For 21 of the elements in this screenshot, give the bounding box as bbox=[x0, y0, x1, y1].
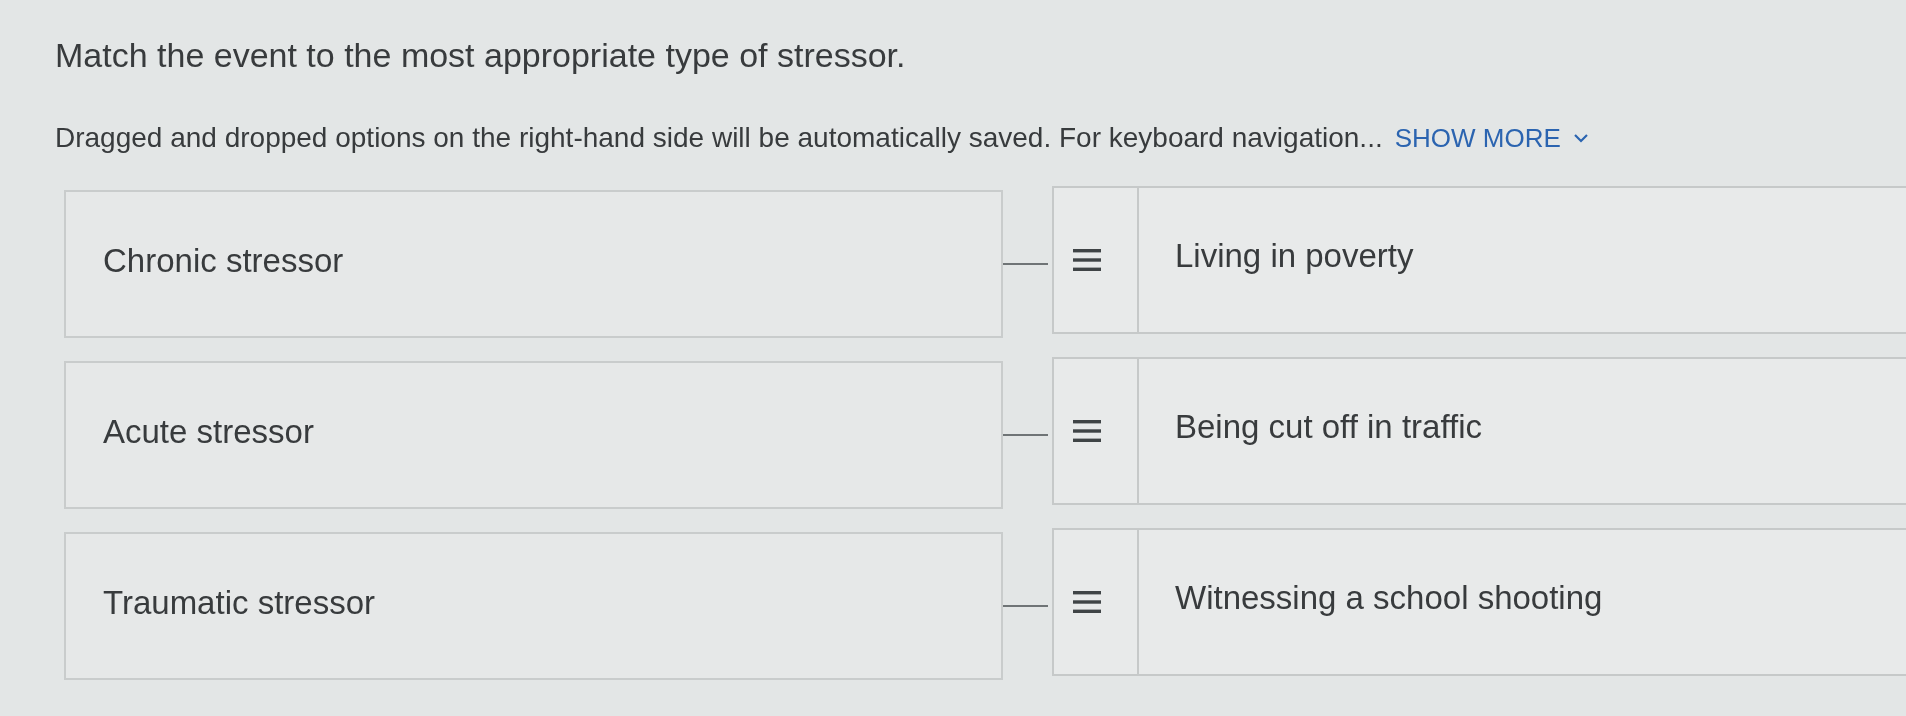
connector-line bbox=[1003, 434, 1048, 436]
question-prompt: Match the event to the most appropriate type of stressor. bbox=[55, 35, 906, 76]
grip-lines-icon bbox=[1072, 591, 1101, 613]
option-text: Witnessing a school shooting bbox=[1175, 578, 1603, 618]
target-label: Chronic stressor bbox=[103, 241, 344, 281]
draggable-option[interactable]: Being cut off in traffic bbox=[1052, 357, 1906, 505]
grip-lines-icon bbox=[1072, 420, 1101, 442]
option-text: Being cut off in traffic bbox=[1175, 407, 1482, 447]
drop-target[interactable]: Traumatic stressor bbox=[64, 532, 1003, 680]
connector-line bbox=[1003, 263, 1048, 265]
option-text: Living in poverty bbox=[1175, 236, 1414, 276]
instruction-text: Dragged and dropped options on the right-hand side will be automatically saved. For keyboard navigation... bbox=[55, 121, 1383, 155]
show-more-link[interactable]: SHOW MORE bbox=[1394, 121, 1589, 155]
target-label: Traumatic stressor bbox=[103, 583, 375, 623]
drop-target[interactable]: Acute stressor bbox=[64, 361, 1003, 509]
target-label: Acute stressor bbox=[103, 412, 314, 452]
connector-line bbox=[1003, 605, 1048, 607]
drop-target[interactable]: Chronic stressor bbox=[64, 190, 1003, 338]
draggable-option[interactable]: Living in poverty bbox=[1052, 186, 1906, 334]
draggable-option[interactable]: Witnessing a school shooting bbox=[1052, 528, 1906, 676]
grip-lines-icon bbox=[1072, 249, 1101, 271]
